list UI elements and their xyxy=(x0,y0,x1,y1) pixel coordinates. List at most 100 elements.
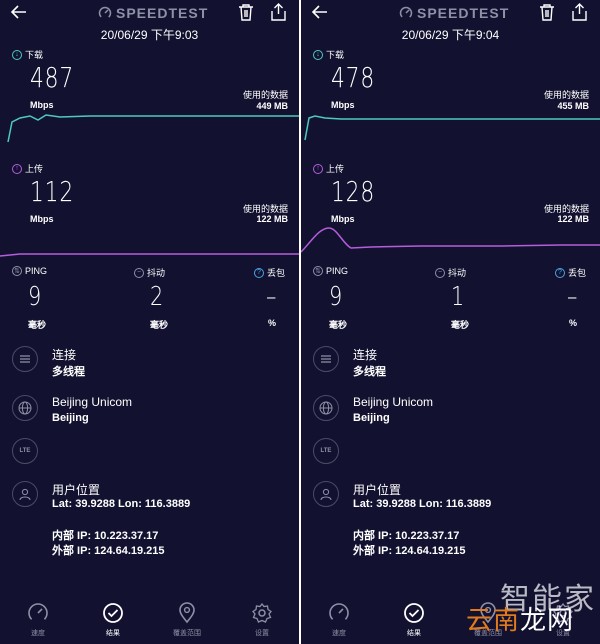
loss-label-text: 丢包 xyxy=(568,268,587,278)
speedometer-icon xyxy=(28,603,48,623)
top-bar: SPEEDTEST xyxy=(0,0,299,26)
loss-value: – xyxy=(266,282,277,312)
user-icon xyxy=(313,481,339,507)
connections-icon xyxy=(313,346,339,372)
ping-label: ⇅ PING xyxy=(12,266,47,276)
external-ip: 外部 IP: 124.64.19.215 xyxy=(353,545,466,557)
download-arrow-icon: ↓ xyxy=(12,49,22,60)
jitter-label-text: 抖动 xyxy=(147,268,166,278)
server-city: Beijing xyxy=(353,412,390,424)
brand-name: SPEEDTEST xyxy=(116,5,209,21)
lat-lon: Lat: 39.9288 Lon: 116.3889 xyxy=(52,498,191,510)
ping-value: 9 xyxy=(329,282,343,312)
lte-icon: LTE xyxy=(12,438,38,464)
upload-graph xyxy=(0,253,299,257)
connections-value: 多线程 xyxy=(353,366,386,378)
help-icon[interactable]: ? xyxy=(555,267,565,278)
jitter-icon: − xyxy=(134,267,144,278)
nav-speed-label: 速度 xyxy=(31,630,45,637)
map-pin-icon xyxy=(179,602,195,624)
trash-icon[interactable] xyxy=(539,4,555,21)
nav-settings[interactable]: 设置 xyxy=(533,598,593,638)
ping-label-text: PING xyxy=(326,266,349,276)
globe-icon xyxy=(313,395,339,421)
speedtest-logo: SPEEDTEST xyxy=(399,4,509,22)
ping-icon: ⇅ xyxy=(12,266,22,276)
screens: SPEEDTEST 20/06/29 下午9:03 ↓ 下载 487 Mbps … xyxy=(0,0,600,644)
loss-unit: % xyxy=(268,318,277,328)
ping-label: ⇅ PING xyxy=(313,266,348,276)
jitter-value: 2 xyxy=(150,282,164,312)
connections-icon xyxy=(12,346,38,372)
ping-unit: 毫秒 xyxy=(28,320,47,330)
location-title: 用户位置 xyxy=(52,483,101,497)
upload-arrow-icon: ↑ xyxy=(313,163,323,174)
ping-unit: 毫秒 xyxy=(329,320,348,330)
help-icon[interactable]: ? xyxy=(254,267,264,278)
back-arrow-icon[interactable] xyxy=(311,3,329,21)
back-arrow-icon[interactable] xyxy=(10,3,28,21)
lat-lon: Lat: 39.9288 Lon: 116.3889 xyxy=(353,498,492,510)
nav-speed[interactable]: 速度 xyxy=(309,598,369,638)
upload-label: ↑ 上传 xyxy=(313,162,344,175)
nav-speed[interactable]: 速度 xyxy=(8,598,68,638)
jitter-unit: 毫秒 xyxy=(451,320,470,330)
download-used-label: 使用的数据 xyxy=(543,90,589,100)
download-graph xyxy=(7,114,299,143)
speedtest-logo: SPEEDTEST xyxy=(98,4,208,22)
nav-results-label: 结果 xyxy=(106,630,120,637)
jitter-icon: − xyxy=(435,267,445,278)
test-datetime: 20/06/29 下午9:03 xyxy=(100,28,199,42)
upload-value: 128 xyxy=(331,175,376,208)
upload-label-text: 上传 xyxy=(25,164,44,174)
upload-graph xyxy=(301,227,600,253)
upload-value: 112 xyxy=(30,175,75,208)
internal-ip: 内部 IP: 10.223.37.17 xyxy=(52,530,159,542)
jitter-unit: 毫秒 xyxy=(150,320,169,330)
speedometer-icon xyxy=(98,6,112,20)
loss-label: ? 丢包 xyxy=(254,266,285,279)
upload-label-text: 上传 xyxy=(326,164,345,174)
external-ip: 外部 IP: 124.64.19.215 xyxy=(52,545,165,557)
download-arrow-icon: ↓ xyxy=(313,49,323,60)
top-bar: SPEEDTEST xyxy=(301,0,600,26)
download-label: ↓ 下载 xyxy=(12,48,43,61)
internal-ip: 内部 IP: 10.223.37.17 xyxy=(353,530,460,542)
gear-icon xyxy=(553,602,573,623)
download-value: 478 xyxy=(331,61,376,94)
connections-title: 连接 xyxy=(353,348,378,362)
download-label-text: 下载 xyxy=(25,50,44,60)
connections-title: 连接 xyxy=(52,348,77,362)
nav-speed-label: 速度 xyxy=(332,630,346,637)
nav-settings-label: 设置 xyxy=(255,630,269,637)
jitter-label-text: 抖动 xyxy=(448,268,467,278)
jitter-label: − 抖动 xyxy=(435,266,466,279)
nav-coverage[interactable]: 覆盖范围 xyxy=(157,598,217,638)
nav-results[interactable]: 结果 xyxy=(83,598,143,638)
globe-icon xyxy=(12,395,38,421)
check-circle-icon xyxy=(404,603,424,623)
download-label-text: 下载 xyxy=(326,50,345,60)
user-icon xyxy=(12,481,38,507)
trash-icon[interactable] xyxy=(238,4,254,21)
download-graph xyxy=(304,115,600,141)
nav-coverage[interactable]: 覆盖范围 xyxy=(458,598,518,638)
nav-coverage-label: 覆盖范围 xyxy=(173,630,201,637)
map-pin-icon xyxy=(480,602,496,624)
nav-coverage-label: 覆盖范围 xyxy=(474,630,502,637)
ping-value: 9 xyxy=(28,282,42,312)
nav-results[interactable]: 结果 xyxy=(384,598,444,638)
result-screen-2: SPEEDTEST 20/06/29 下午9:04 ↓ 下载 478 Mbps … xyxy=(301,0,600,644)
loss-label: ? 丢包 xyxy=(555,266,586,279)
jitter-value: 1 xyxy=(451,282,465,312)
download-used-label: 使用的数据 xyxy=(242,90,288,100)
test-datetime: 20/06/29 下午9:04 xyxy=(401,28,500,42)
nav-settings[interactable]: 设置 xyxy=(232,598,292,638)
download-label: ↓ 下载 xyxy=(313,48,344,61)
share-icon[interactable] xyxy=(270,3,287,21)
nav-settings-label: 设置 xyxy=(556,630,570,637)
bottom-nav: 速度 结果 覆盖范围 设置 xyxy=(0,598,299,644)
download-value: 487 xyxy=(30,61,75,94)
gear-icon xyxy=(252,602,272,623)
share-icon[interactable] xyxy=(571,3,588,21)
